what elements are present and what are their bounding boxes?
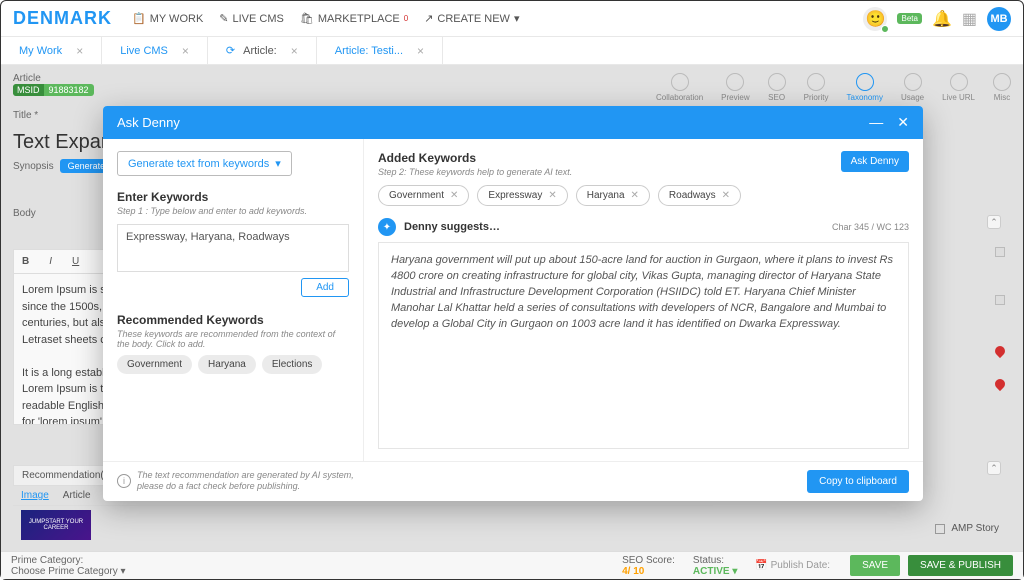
checkbox-icon	[935, 524, 945, 534]
close-icon[interactable]: ×	[291, 44, 298, 58]
nav-livecms[interactable]: ✎ LIVE CMS	[219, 12, 284, 25]
synopsis-label: Synopsis	[13, 161, 54, 172]
brand-logo: DENMARK	[13, 8, 112, 29]
add-button[interactable]: Add	[301, 278, 349, 297]
bell-icon[interactable]: 🔔	[932, 9, 952, 29]
added-keywords-title: Added Keywords	[378, 151, 572, 165]
top-nav: 📋 MY WORK ✎ LIVE CMS 🛍 MARKETPLACE0 ↗ CR…	[132, 12, 519, 25]
keyword-tag[interactable]: Expressway✕	[477, 185, 567, 206]
denny-icon: ✦	[378, 218, 396, 236]
added-keywords-row: Government✕ Expressway✕ Haryana✕ Roadway…	[378, 185, 909, 206]
modal-title: Ask Denny	[117, 115, 180, 130]
ask-denny-modal: Ask Denny — ✕ Generate text from keyword…	[103, 106, 923, 501]
info-icon: i	[117, 474, 131, 488]
subtab-image[interactable]: Image	[21, 490, 49, 501]
article-action-icons: Collaboration Preview SEO Priority Taxon…	[656, 73, 1011, 102]
apps-grid-icon[interactable]: ▦	[962, 9, 977, 29]
ask-denny-button[interactable]: Ask Denny	[841, 151, 909, 172]
rec-thumbnail[interactable]: JUMPSTART YOUR CAREER	[21, 510, 91, 540]
widget-handle-icon[interactable]	[995, 295, 1005, 305]
keyword-tag[interactable]: Government✕	[378, 185, 469, 206]
keyword-tag[interactable]: Roadways✕	[658, 185, 741, 206]
nav-createnew[interactable]: ↗ CREATE NEW ▾	[424, 12, 519, 25]
taxonomy-icon[interactable]: Taxonomy	[847, 73, 883, 102]
misc-icon[interactable]: Misc	[993, 73, 1011, 102]
step1-text: Step 1 : Type below and enter to add key…	[117, 206, 349, 216]
modal-header: Ask Denny — ✕	[103, 106, 923, 139]
close-icon[interactable]: ×	[417, 44, 424, 58]
char-word-count: Char 345 / WC 123	[832, 222, 909, 232]
remove-tag-icon[interactable]: ✕	[450, 190, 458, 201]
app-header: DENMARK 📋 MY WORK ✎ LIVE CMS 🛍 MARKETPLA…	[1, 1, 1023, 37]
nav-mywork[interactable]: 📋 MY WORK	[132, 12, 203, 25]
keywords-input[interactable]: Expressway, Haryana, Roadways	[117, 224, 349, 272]
recommended-keywords-title: Recommended Keywords	[117, 313, 349, 327]
status-indicator[interactable]: Status:ACTIVE ▾	[693, 555, 737, 577]
minimize-icon[interactable]: —	[869, 114, 883, 131]
widget-handle-icon[interactable]	[995, 247, 1005, 257]
seo-score: SEO Score:4/ 10	[622, 555, 675, 577]
priority-icon[interactable]: Priority	[804, 73, 829, 102]
save-button[interactable]: SAVE	[850, 555, 900, 576]
save-publish-button[interactable]: SAVE & PUBLISH	[908, 555, 1013, 576]
rec-kw-subtitle: These keywords are recommended from the …	[117, 329, 349, 349]
disclaimer-text: The text recommendation are generated by…	[137, 470, 354, 493]
nav-marketplace[interactable]: 🛍 MARKETPLACE0	[300, 12, 408, 25]
close-icon[interactable]: ×	[76, 44, 83, 58]
user-avatar-icon[interactable]: 🙂	[863, 7, 887, 31]
step2-text: Step 2: These keywords help to generate …	[378, 167, 572, 177]
user-initials-badge[interactable]: MB	[987, 7, 1011, 31]
remove-tag-icon[interactable]: ✕	[722, 190, 730, 201]
copy-to-clipboard-button[interactable]: Copy to clipboard	[807, 470, 909, 493]
tab-article[interactable]: ⟳Article:×	[208, 37, 317, 64]
rec-keyword-chip[interactable]: Haryana	[198, 355, 256, 374]
page-footer: Prime Category: Choose Prime Category ▾ …	[1, 551, 1023, 579]
rec-keyword-chip[interactable]: Government	[117, 355, 192, 374]
seo-icon[interactable]: SEO	[768, 73, 786, 102]
tab-mywork[interactable]: My Work×	[1, 37, 102, 64]
enter-keywords-title: Enter Keywords	[117, 190, 349, 204]
subtab-article[interactable]: Article	[63, 490, 91, 501]
publish-date: 📅 Publish Date:	[755, 560, 830, 571]
close-icon[interactable]: ✕	[897, 114, 909, 131]
preview-icon[interactable]: Preview	[721, 73, 749, 102]
article-label: Article	[13, 73, 94, 84]
suggestion-text[interactable]: Haryana government will put up about 150…	[378, 242, 909, 449]
keyword-tag[interactable]: Haryana✕	[576, 185, 650, 206]
close-icon[interactable]: ×	[182, 44, 189, 58]
refresh-icon: ⟳	[226, 44, 235, 57]
modal-footer: i The text recommendation are generated …	[103, 461, 923, 501]
mode-dropdown[interactable]: Generate text from keywords ▾	[117, 151, 292, 176]
prime-category-select[interactable]: Choose Prime Category ▾	[11, 566, 622, 577]
msid-chip: MSID91883182	[13, 84, 94, 96]
chevron-down-icon: ▾	[275, 157, 281, 170]
usage-icon[interactable]: Usage	[901, 73, 924, 102]
sidebar-collapse-icon[interactable]: ⌃	[987, 215, 1001, 229]
collab-icon[interactable]: Collaboration	[656, 73, 703, 102]
remove-tag-icon[interactable]: ✕	[548, 190, 556, 201]
document-tabs: My Work× Live CMS× ⟳Article:× Article: T…	[1, 37, 1023, 65]
amp-story-option[interactable]: AMP Story	[935, 523, 999, 534]
sidebar-collapse-icon[interactable]: ⌃	[987, 461, 1001, 475]
liveurl-icon[interactable]: Live URL	[942, 73, 975, 102]
prime-category-label: Prime Category:	[11, 555, 622, 566]
remove-tag-icon[interactable]: ✕	[631, 190, 639, 201]
tab-article-testi[interactable]: Article: Testi...×	[317, 37, 443, 64]
denny-suggests-label: Denny suggests…	[404, 221, 500, 233]
tab-livecms[interactable]: Live CMS×	[102, 37, 208, 64]
rec-keyword-chip[interactable]: Elections	[262, 355, 323, 374]
beta-badge: Beta	[897, 13, 921, 24]
